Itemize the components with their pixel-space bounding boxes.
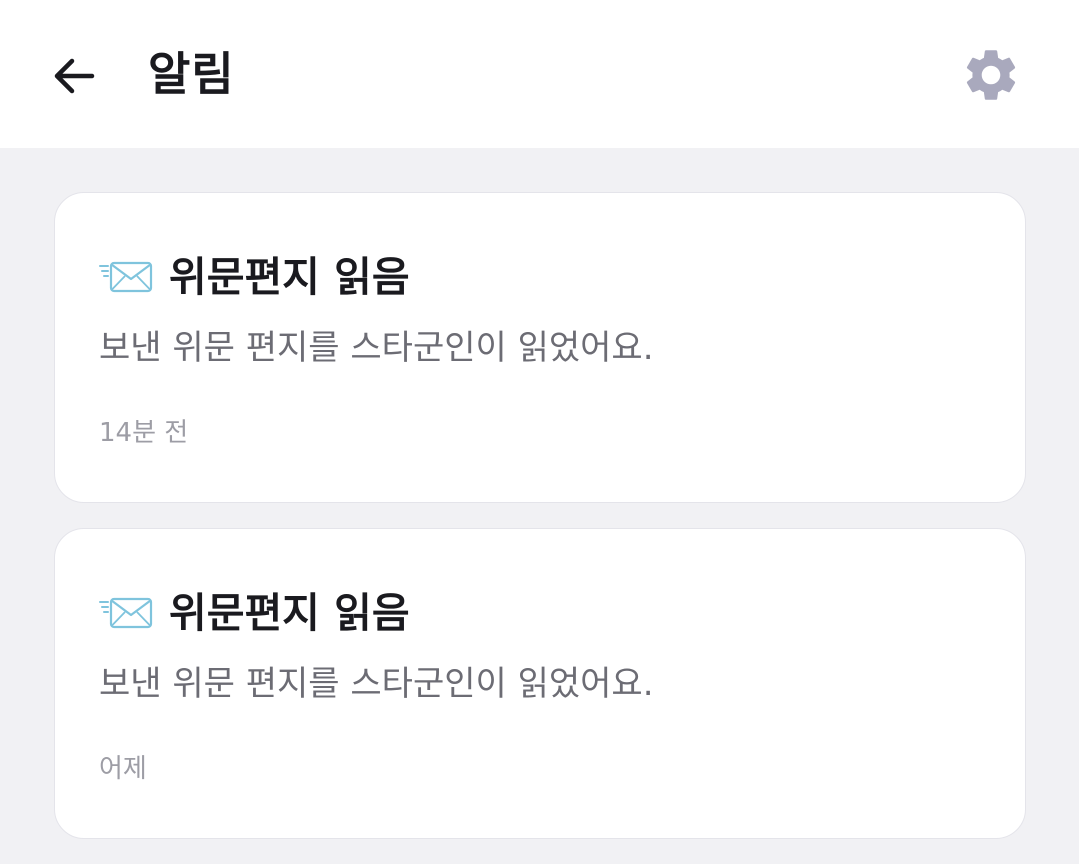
notification-time: 어제 — [99, 754, 147, 784]
arrow-left-icon — [54, 58, 95, 94]
envelope-icon — [99, 597, 153, 629]
notification-list: 위문편지 읽음 보낸 위문 편지를 스타군인이 읽었어요. 14분 전 위문편지… — [54, 192, 1026, 864]
page-title: 알림 — [148, 47, 235, 101]
notification-title-row: 위문편지 읽음 — [99, 247, 410, 307]
envelope-icon — [99, 261, 153, 293]
notification-message: 보낸 위문 편지를 스타군인이 읽었어요. — [99, 664, 654, 704]
notification-time: 14분 전 — [99, 418, 189, 448]
notification-card[interactable]: 위문편지 읽음 보낸 위문 편지를 스타군인이 읽었어요. 14분 전 — [54, 192, 1026, 503]
notification-title: 위문편지 읽음 — [169, 253, 410, 301]
notification-title: 위문편지 읽음 — [169, 589, 410, 637]
gear-icon — [966, 50, 1016, 100]
app-header: 알림 — [0, 0, 1079, 148]
settings-button[interactable] — [956, 40, 1026, 110]
notification-title-row: 위문편지 읽음 — [99, 583, 410, 643]
back-button[interactable] — [44, 46, 104, 106]
notification-card[interactable]: 위문편지 읽음 보낸 위문 편지를 스타군인이 읽었어요. 어제 — [54, 528, 1026, 839]
notification-message: 보낸 위문 편지를 스타군인이 읽었어요. — [99, 328, 654, 368]
